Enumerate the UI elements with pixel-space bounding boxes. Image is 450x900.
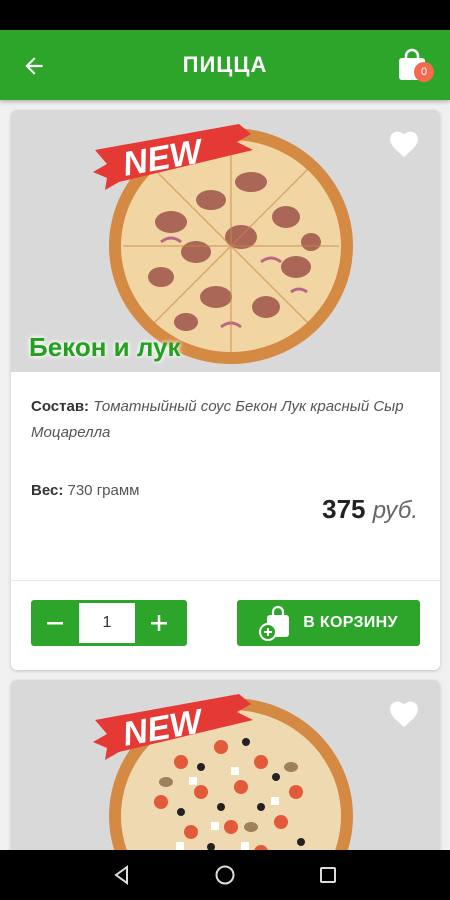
card-actions: В КОРЗИНУ (11, 581, 440, 670)
product-name: Бекон и лук (29, 332, 181, 362)
composition-label: Состав: (31, 398, 90, 415)
new-badge-text: NEW (120, 132, 208, 184)
triangle-back-icon (113, 865, 128, 885)
product-card: NEW (11, 680, 440, 850)
product-image[interactable]: NEW Бекон и лук (11, 110, 440, 372)
status-bar (0, 0, 450, 30)
price-currency: руб. (372, 497, 418, 524)
heart-icon (390, 131, 418, 157)
nav-home-button[interactable] (205, 855, 245, 895)
weight-label: Вес: (31, 482, 64, 499)
product-price: 375 руб. (322, 494, 418, 525)
add-to-cart-label: В КОРЗИНУ (303, 614, 398, 631)
back-button[interactable] (18, 50, 50, 82)
product-details: Состав: Томатныйный соус Бекон Лук красн… (11, 372, 440, 582)
weight-value: 730 грамм (67, 482, 140, 499)
system-navigation-bar (0, 850, 450, 900)
nav-back-button[interactable] (102, 855, 142, 895)
heart-icon (390, 701, 418, 727)
page-title: ПИЦЦА (182, 52, 268, 77)
square-recents-icon (320, 867, 337, 883)
new-badge-ribbon: NEW (93, 124, 253, 190)
add-to-cart-button[interactable]: В КОРЗИНУ (237, 600, 420, 646)
product-image[interactable]: NEW (11, 680, 440, 850)
decrease-quantity-button[interactable] (31, 600, 79, 646)
plus-icon (151, 615, 167, 631)
product-card: NEW Бекон и лук Состав: Томатныйный соус… (11, 110, 440, 670)
arrow-left-icon (25, 57, 43, 75)
product-composition: Состав: Томатныйный соус Бекон Лук красн… (31, 394, 420, 446)
price-amount: 375 (322, 494, 366, 524)
favorite-button[interactable] (388, 698, 420, 733)
increase-quantity-button[interactable] (135, 600, 183, 646)
new-badge-text: NEW (120, 702, 208, 754)
quantity-stepper (31, 600, 187, 646)
new-badge-ribbon: NEW (93, 694, 253, 760)
cart-count-badge: 0 (414, 62, 434, 82)
bag-plus-icon (259, 605, 290, 641)
app-bar: ПИЦЦА 0 (0, 30, 450, 100)
nav-recents-button[interactable] (308, 855, 348, 895)
quantity-input[interactable] (79, 603, 135, 643)
product-weight: Вес: 730 грамм (31, 482, 139, 499)
product-list[interactable]: NEW Бекон и лук Состав: Томатныйный соус… (0, 100, 450, 850)
cart-button[interactable]: 0 (396, 48, 434, 84)
minus-icon (47, 622, 63, 625)
circle-home-icon (215, 865, 235, 885)
favorite-button[interactable] (388, 128, 420, 163)
